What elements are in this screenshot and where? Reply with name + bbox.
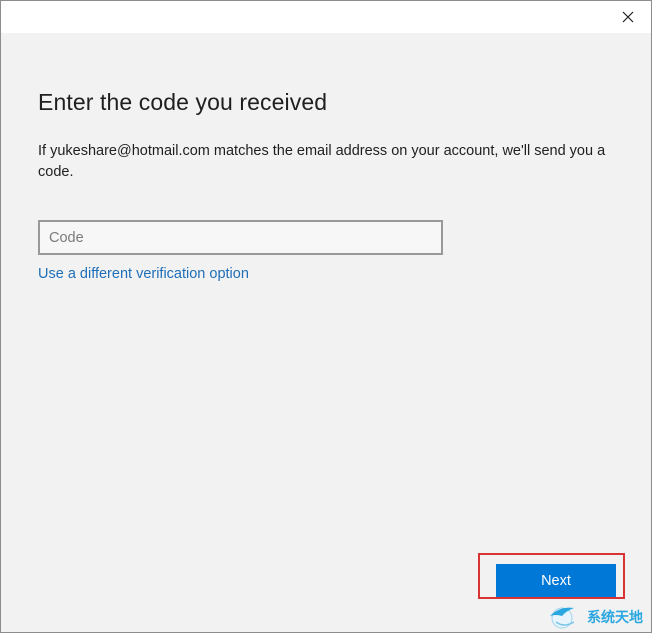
close-button[interactable]: [605, 1, 651, 33]
close-icon: [622, 11, 634, 23]
watermark-text: 系统天地: [587, 610, 643, 626]
title-bar: [1, 1, 651, 33]
watermark: 系统天地: [544, 601, 652, 633]
description-text: If yukeshare@hotmail.com matches the ema…: [38, 143, 606, 180]
next-button[interactable]: Next: [496, 564, 616, 597]
dialog-window: Enter the code you received If yukeshare…: [0, 0, 652, 633]
different-verification-option-link[interactable]: Use a different verification option: [38, 266, 249, 282]
globe-bird-icon: [550, 607, 575, 629]
code-input[interactable]: [38, 220, 443, 255]
page-title: Enter the code you received: [38, 89, 328, 115]
